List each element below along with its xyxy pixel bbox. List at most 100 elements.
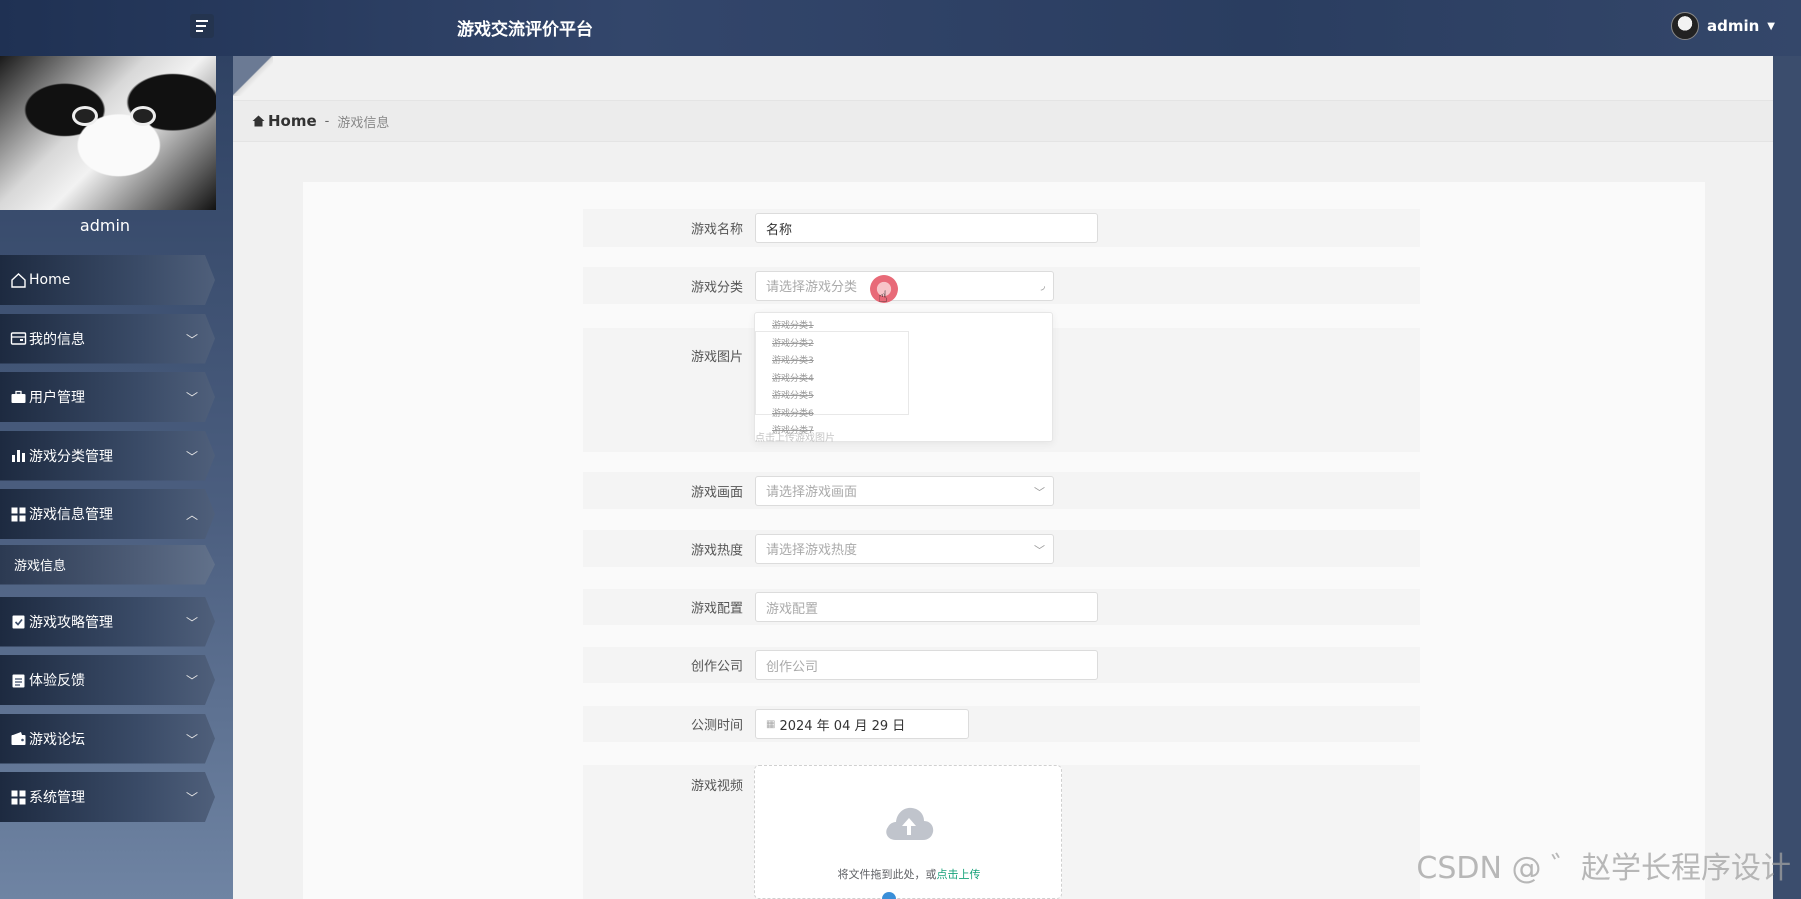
clipboard-icon: [9, 671, 27, 689]
grid-icon: [9, 505, 27, 523]
home-icon: [252, 115, 265, 127]
company-input[interactable]: 创作公司: [755, 650, 1098, 680]
field-label: 游戏名称: [690, 222, 743, 238]
sidebar-item-label: 游戏分类管理: [29, 448, 113, 465]
sidebar-item-forum[interactable]: 游戏论坛 ﹀: [0, 713, 215, 764]
upload-link[interactable]: 点击上传: [937, 868, 981, 881]
sidebar-item-category-management[interactable]: 游戏分类管理 ﹀: [0, 430, 215, 481]
sidebar: admin Home 我的信息 ﹀ 用户管理 ﹀ 游戏分类管理 ﹀ 游戏信息管理…: [0, 56, 233, 899]
game-name-input[interactable]: 名称: [755, 213, 1098, 243]
breadcrumb-separator: -: [324, 113, 330, 129]
sidebar-item-label: 体验反馈: [29, 673, 85, 689]
chevron-down-icon: ﹀: [1034, 543, 1045, 557]
chevron-down-icon: ﹀: [186, 449, 199, 464]
chevron-down-icon: ﹀: [186, 615, 199, 630]
upload-progress-dot: [882, 892, 896, 899]
sidebar-item-system-management[interactable]: 系统管理 ﹀: [0, 772, 215, 822]
chevron-down-icon: ﹀: [186, 732, 199, 747]
category-option-list: 游戏分类1 游戏分类2 游戏分类3 游戏分类4 游戏分类5 游戏分类6 游戏分类…: [772, 318, 814, 441]
sidebar-item-label: 游戏信息管理: [29, 507, 113, 523]
category-option[interactable]: 游戏分类6: [772, 406, 814, 424]
chevron-up-icon: ︿: [186, 508, 199, 522]
watermark: CSDN @ ゛赵学长程序设计: [1416, 851, 1791, 886]
category-option[interactable]: 游戏分类4: [772, 371, 814, 389]
eye-right: [130, 106, 156, 126]
menu-toggle-button[interactable]: [190, 14, 214, 38]
sidebar-item-game-info-management[interactable]: 游戏信息管理 ︿: [0, 489, 215, 539]
image-upload-hint: 点击上传游戏图片: [755, 433, 835, 444]
top-navbar: 游戏交流评价平台 admin ▼: [0, 0, 1801, 56]
category-option[interactable]: 游戏分类5: [772, 388, 814, 406]
eye-left: [72, 106, 98, 126]
category-option[interactable]: 游戏分类2: [772, 336, 814, 354]
bar-chart-icon: [9, 447, 27, 465]
user-menu[interactable]: admin ▼: [1670, 12, 1775, 40]
field-label: 游戏画面: [690, 485, 743, 500]
form-row-name: 游戏名称 名称: [583, 209, 1420, 247]
sidebar-item-label: 用户管理: [29, 390, 85, 406]
sidebar-item-home[interactable]: Home: [0, 255, 215, 305]
sidebar-item-label: 游戏论坛: [29, 731, 85, 748]
caret-down-icon: ▼: [1767, 20, 1775, 32]
form-row-category: 游戏分类 请选择游戏分类 ◞: [583, 267, 1420, 304]
form-row-company: 创作公司 创作公司: [583, 647, 1420, 683]
sidebar-subitem-label: 游戏信息: [14, 559, 67, 574]
release-date-picker[interactable]: ▦ 2024 年 04 月 29 日: [755, 709, 969, 739]
category-option[interactable]: 游戏分类1: [772, 318, 814, 336]
field-label: 游戏视频: [690, 779, 743, 794]
wallet-icon: [9, 730, 27, 748]
chevron-down-icon: ﹀: [186, 674, 199, 688]
field-label: 游戏图片: [690, 350, 743, 365]
field-label: 游戏配置: [690, 601, 743, 617]
chevron-down-icon: ﹀: [186, 791, 199, 805]
game-popularity-select[interactable]: 请选择游戏热度 ﹀: [755, 533, 1054, 564]
profile-name: admin: [79, 216, 131, 235]
sidebar-nav: Home 我的信息 ﹀ 用户管理 ﹀ 游戏分类管理 ﹀ 游戏信息管理 ︿ 游戏信…: [0, 255, 233, 831]
clipboard-check-icon: [9, 613, 27, 631]
game-config-input[interactable]: 游戏配置: [755, 592, 1098, 622]
menu-bars-icon: [196, 20, 208, 22]
sidebar-item-label: 我的信息: [29, 331, 85, 348]
sidebar-item-label: Home: [29, 272, 71, 288]
briefcase-icon: [9, 388, 27, 406]
category-option[interactable]: 游戏分类3: [772, 353, 814, 371]
sidebar-item-label: 系统管理: [29, 790, 85, 806]
sidebar-item-user-management[interactable]: 用户管理 ﹀: [0, 372, 215, 422]
chevron-down-icon: ﹀: [186, 391, 199, 405]
grid-icon: [9, 788, 27, 806]
hand-cursor-icon: ☝: [878, 287, 888, 306]
field-label: 游戏分类: [690, 280, 743, 295]
breadcrumb: Home - 游戏信息: [233, 100, 1773, 142]
upload-instructions: 将文件拖到此处，或点击上传: [837, 868, 981, 881]
sidebar-subitem-game-info[interactable]: 游戏信息: [0, 544, 215, 585]
breadcrumb-current: 游戏信息: [337, 115, 390, 131]
form-row-graphics: 游戏画面 请选择游戏画面 ﹀: [583, 472, 1420, 509]
breadcrumb-home[interactable]: Home: [252, 112, 317, 130]
avatar: [1670, 12, 1699, 40]
profile-image: [0, 56, 216, 210]
chevron-down-icon: ﹀: [1034, 485, 1045, 499]
sidebar-item-label: 游戏攻略管理: [29, 614, 113, 631]
game-category-select[interactable]: 请选择游戏分类 ◞: [755, 270, 1054, 301]
category-dropdown: 游戏分类1 游戏分类2 游戏分类3 游戏分类4 游戏分类5 游戏分类6 游戏分类…: [754, 312, 1053, 444]
home-icon: [9, 271, 27, 289]
sidebar-item-my-info[interactable]: 我的信息 ﹀: [0, 313, 215, 364]
upload-cloud-icon: [886, 807, 934, 840]
select-arrow-icon: ◞: [1040, 278, 1045, 292]
video-upload-dropzone[interactable]: 将文件拖到此处，或点击上传: [754, 765, 1062, 899]
sidebar-item-strategy-management[interactable]: 游戏攻略管理 ﹀: [0, 596, 215, 647]
id-card-icon: [9, 330, 27, 348]
page-curl-decoration: [233, 56, 273, 96]
form-row-release-date: 公测时间 ▦ 2024 年 04 月 29 日: [583, 706, 1420, 742]
field-label: 游戏热度: [690, 543, 743, 558]
game-graphics-select[interactable]: 请选择游戏画面 ﹀: [755, 475, 1054, 506]
user-name: admin: [1706, 17, 1760, 35]
app-title: 游戏交流评价平台: [457, 20, 593, 40]
field-label: 公测时间: [690, 718, 743, 734]
form-row-config: 游戏配置 游戏配置: [583, 589, 1420, 625]
field-label: 创作公司: [690, 659, 743, 675]
calendar-icon: ▦: [766, 718, 776, 730]
sidebar-item-feedback[interactable]: 体验反馈 ﹀: [0, 655, 215, 705]
chevron-down-icon: ﹀: [186, 332, 199, 347]
form-row-popularity: 游戏热度 请选择游戏热度 ﹀: [583, 530, 1420, 567]
